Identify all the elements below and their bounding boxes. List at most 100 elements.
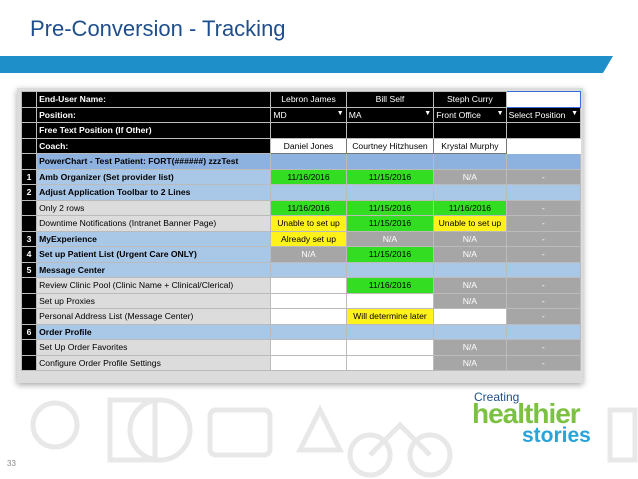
status-cell[interactable]: N/A: [433, 168, 507, 185]
status-cell[interactable]: -: [505, 339, 582, 356]
status-cell[interactable]: -: [505, 308, 582, 325]
dropdown-arrow-icon[interactable]: ▼: [424, 110, 431, 117]
coach-cell-2[interactable]: Courtney Hitzhusen: [345, 137, 435, 154]
user-cell-2[interactable]: Bill Self: [345, 91, 435, 108]
section-fill: [433, 184, 507, 201]
status-cell[interactable]: Will determine later: [345, 308, 435, 325]
status-cell[interactable]: 11/15/2016: [345, 215, 435, 232]
creating-healthier-stories-logo: Creating healthier stories: [472, 390, 612, 450]
task-row: Set Up Order Favorites N/A -: [20, 339, 582, 356]
status-cell[interactable]: -: [505, 168, 582, 185]
status-cell[interactable]: [433, 308, 507, 325]
task-label: Only 2 rows: [36, 199, 272, 216]
status-cell[interactable]: Already set up: [270, 230, 347, 247]
row-number: [20, 354, 38, 371]
section-fill: [433, 261, 507, 278]
task-row: Only 2 rows 11/16/2016 11/15/2016 11/16/201…: [20, 199, 582, 216]
free-text-cell-2[interactable]: [345, 122, 435, 139]
position-value-3: Front Office: [436, 109, 481, 120]
status-cell[interactable]: [270, 277, 347, 294]
dropdown-arrow-icon[interactable]: ▼: [497, 110, 504, 117]
status-cell[interactable]: N/A: [433, 339, 507, 356]
status-cell[interactable]: [270, 339, 347, 356]
status-cell[interactable]: 11/15/2016: [345, 199, 435, 216]
row-number: 1: [20, 168, 38, 185]
status-cell[interactable]: 11/16/2016: [345, 277, 435, 294]
user-cell-3[interactable]: Steph Curry: [433, 91, 507, 108]
powerchart-label: PowerChart - Test Patient: FORT(######) …: [36, 153, 272, 170]
row-number-blank: [20, 137, 38, 154]
task-row: Set up Proxies N/A -: [20, 292, 582, 309]
section-fill: [270, 184, 347, 201]
dropdown-arrow-icon[interactable]: ▼: [571, 110, 578, 117]
free-text-label: Free Text Position (If Other): [36, 122, 272, 139]
status-cell[interactable]: N/A: [433, 292, 507, 309]
free-text-cell-1[interactable]: [270, 122, 347, 139]
status-cell[interactable]: N/A: [433, 246, 507, 263]
powerchart-row: PowerChart - Test Patient: FORT(######) …: [20, 153, 582, 170]
status-cell[interactable]: -: [505, 354, 582, 371]
powerchart-fill: [433, 153, 507, 170]
status-cell[interactable]: [270, 308, 347, 325]
row-number: 6: [20, 323, 38, 340]
page-number: 33: [7, 459, 16, 468]
task-row: Review Clinic Pool (Clinic Name + Clinic…: [20, 277, 582, 294]
status-cell[interactable]: 11/16/2016: [270, 168, 347, 185]
position-label: Position:: [36, 106, 272, 123]
status-cell[interactable]: N/A: [270, 246, 347, 263]
status-cell[interactable]: [345, 292, 435, 309]
coach-cell-4: [505, 137, 582, 154]
status-cell[interactable]: -: [505, 277, 582, 294]
row-number: [20, 339, 38, 356]
free-text-cell-3[interactable]: [433, 122, 507, 139]
title-accent-bar-tip: [603, 56, 613, 73]
status-cell[interactable]: N/A: [433, 354, 507, 371]
status-cell[interactable]: N/A: [345, 230, 435, 247]
position-dropdown-3[interactable]: Front Office ▼: [433, 106, 507, 123]
status-cell[interactable]: [345, 339, 435, 356]
status-cell[interactable]: N/A: [433, 277, 507, 294]
task-label: Set Up Order Favorites: [36, 339, 272, 356]
task-row: 2 Adjust Application Toolbar to 2 Lines: [20, 184, 582, 201]
section-fill: [345, 261, 435, 278]
free-text-cell-4[interactable]: [505, 122, 582, 139]
status-cell[interactable]: -: [505, 292, 582, 309]
coach-label: Coach:: [36, 137, 272, 154]
section-fill: [270, 323, 347, 340]
task-label: Message Center: [36, 261, 272, 278]
header-row-end-user: End-User Name: Lebron James Bill Self St…: [20, 91, 582, 108]
status-cell[interactable]: -: [505, 199, 582, 216]
status-cell[interactable]: [345, 354, 435, 371]
dropdown-arrow-icon[interactable]: ▼: [337, 110, 344, 117]
coach-cell-3[interactable]: Krystal Murphy: [433, 137, 507, 154]
user-cell-1[interactable]: Lebron James: [270, 91, 347, 108]
status-cell[interactable]: Unable to set up: [433, 215, 507, 232]
section-fill: [505, 184, 582, 201]
section-fill: [345, 184, 435, 201]
position-dropdown-1[interactable]: MD ▼: [270, 106, 347, 123]
status-cell[interactable]: -: [505, 246, 582, 263]
task-row: Downtime Notifications (Intranet Banner …: [20, 215, 582, 232]
position-dropdown-4[interactable]: Select Position ▼: [505, 106, 582, 123]
status-cell[interactable]: N/A: [433, 230, 507, 247]
status-cell[interactable]: [270, 292, 347, 309]
position-dropdown-2[interactable]: MA ▼: [345, 106, 435, 123]
task-label: Amb Organizer (Set provider list): [36, 168, 272, 185]
task-label: Adjust Application Toolbar to 2 Lines: [36, 184, 272, 201]
row-number: [20, 292, 38, 309]
status-cell[interactable]: Unable to set up: [270, 215, 347, 232]
status-cell[interactable]: 11/16/2016: [270, 199, 347, 216]
task-label: Set up Patient List (Urgent Care ONLY): [36, 246, 272, 263]
status-cell[interactable]: 11/15/2016: [345, 168, 435, 185]
powerchart-fill: [270, 153, 347, 170]
coach-cell-1[interactable]: Daniel Jones: [270, 137, 347, 154]
status-cell[interactable]: -: [505, 215, 582, 232]
user-cell-4-selected[interactable]: [505, 91, 582, 108]
task-row: 3 MyExperience Already set up N/A N/A -: [20, 230, 582, 247]
header-row-free-text: Free Text Position (If Other): [20, 122, 582, 139]
status-cell[interactable]: 11/15/2016: [345, 246, 435, 263]
status-cell[interactable]: [270, 354, 347, 371]
status-cell[interactable]: 11/16/2016: [433, 199, 507, 216]
position-value-2: MA: [348, 109, 362, 120]
status-cell[interactable]: -: [505, 230, 582, 247]
